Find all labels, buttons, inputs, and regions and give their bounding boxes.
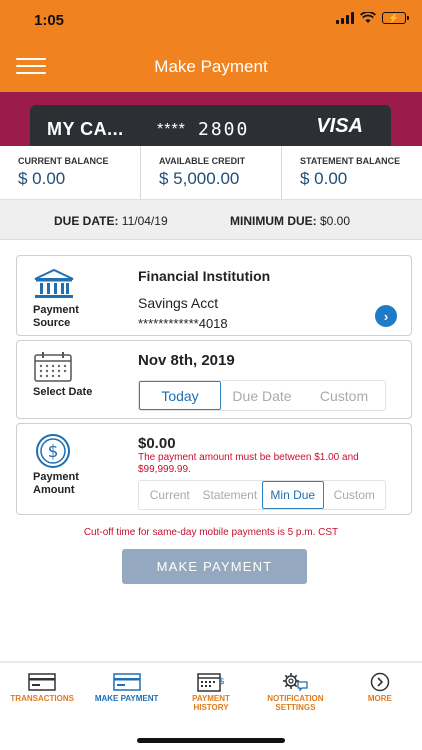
date-option-today[interactable]: Today <box>139 381 221 410</box>
payment-amount-value[interactable]: $0.00 <box>138 435 176 452</box>
nav-more[interactable]: MORE <box>338 663 422 750</box>
balance-label: AVAILABLE CREDIT <box>159 156 246 166</box>
status-bar: 1:05 ⚡ <box>0 0 422 40</box>
label-line: Amount <box>33 484 75 496</box>
dollar-icon: $ <box>36 434 70 468</box>
nav-payment-history[interactable]: $ PAYMENT HISTORY <box>169 663 253 750</box>
amount-option-current[interactable]: Current <box>139 481 200 509</box>
select-date-section: Select Date Nov 8th, 2019 Today Due Date… <box>16 340 412 419</box>
balance-value: $ 0.00 <box>18 169 66 188</box>
due-date-label: DUE DATE: <box>54 214 119 228</box>
chevron-circle-icon <box>370 672 390 692</box>
minimum-due-label: MINIMUM DUE: <box>230 214 317 228</box>
amount-error-message: The payment amount must be between $1.00… <box>138 452 359 475</box>
page-title: Make Payment <box>154 57 268 76</box>
nav-transactions[interactable]: TRANSACTIONS <box>0 663 84 750</box>
svg-text:$: $ <box>219 677 225 687</box>
card-list-icon <box>28 673 56 691</box>
amount-option-min-due[interactable]: Min Due <box>262 481 324 509</box>
nav-label: PAYMENT HISTORY <box>169 694 253 712</box>
label-line: Payment <box>33 471 79 483</box>
gear-chat-icon <box>283 673 309 692</box>
cellular-signal-icon <box>336 12 354 24</box>
status-icons: ⚡ <box>336 12 409 24</box>
amount-option-statement[interactable]: Statement <box>200 481 262 509</box>
card-mask: **** <box>157 121 186 138</box>
payment-amount-section: $ Payment Amount $0.00 The payment amoun… <box>16 423 412 515</box>
nav-notification-settings[interactable]: NOTIFICATION SETTINGS <box>253 663 337 750</box>
minimum-due-value: $0.00 <box>320 214 351 228</box>
balance-value: $ 0.00 <box>300 169 348 188</box>
due-info: DUE DATE: 11/04/19 MINIMUM DUE: $0.00 <box>0 200 422 240</box>
nav-make-payment[interactable]: MAKE PAYMENT <box>84 663 168 750</box>
calendar-dollar-icon: $ <box>197 673 225 692</box>
date-option-due-date[interactable]: Due Date <box>221 381 303 410</box>
bank-icon <box>34 268 74 298</box>
current-balance: CURRENT BALANCE $ 0.00 <box>0 146 141 199</box>
balance-summary: CURRENT BALANCE $ 0.00 AVAILABLE CREDIT … <box>0 146 422 200</box>
nav-label-line: MAKE PAYMENT <box>94 694 159 703</box>
balance-value: $ 5,000.00 <box>159 169 240 188</box>
payment-source-label: Payment Source <box>33 304 79 330</box>
visa-logo: VISA <box>316 115 363 137</box>
svg-text:$: $ <box>48 442 59 462</box>
nav-label-line: MORE <box>367 694 392 703</box>
statement-balance: STATEMENT BALANCE $ 0.00 <box>282 146 422 199</box>
date-option-custom[interactable]: Custom <box>303 381 385 410</box>
credit-card[interactable]: MY CA... **** 2800 VISA <box>30 105 391 146</box>
app-header: 1:05 ⚡ Make Payment <box>0 0 422 92</box>
minimum-due: MINIMUM DUE: $0.00 <box>230 214 350 228</box>
select-date-label: Select Date <box>33 386 93 398</box>
card-last4: 2800 <box>198 119 250 140</box>
due-date-value: 11/04/19 <box>121 214 168 228</box>
selected-date: Nov 8th, 2019 <box>138 352 235 369</box>
amount-option-custom[interactable]: Custom <box>324 481 385 509</box>
nav-label: MAKE PAYMENT <box>84 694 168 703</box>
battery-charging: ⚡ <box>388 12 400 23</box>
balance-label: STATEMENT BALANCE <box>300 156 401 166</box>
nav-label-line: NOTIFICATION <box>267 694 324 703</box>
account-number: ************4018 <box>138 316 228 331</box>
balance-label: CURRENT BALANCE <box>18 156 109 166</box>
nav-label-line: PAYMENT <box>192 694 230 703</box>
payment-amount-label: Payment Amount <box>33 471 79 497</box>
wifi-icon <box>360 12 376 23</box>
available-credit: AVAILABLE CREDIT $ 5,000.00 <box>141 146 282 199</box>
payment-source-section[interactable]: Payment Source Financial Institution Sav… <box>16 255 412 336</box>
chevron-right-icon[interactable]: › <box>375 305 397 327</box>
nav-label: NOTIFICATION SETTINGS <box>253 694 337 712</box>
bottom-nav: TRANSACTIONS MAKE PAYMENT $ PAYMENT HISTO… <box>0 661 422 750</box>
status-time: 1:05 <box>34 12 65 29</box>
date-option-group: Today Due Date Custom <box>138 380 386 411</box>
label-line: Source <box>33 317 71 329</box>
nav-label: TRANSACTIONS <box>0 694 84 703</box>
label-line: Payment <box>33 304 79 316</box>
battery-icon: ⚡ <box>382 12 409 24</box>
calendar-icon <box>34 352 72 382</box>
nav-label-line: TRANSACTIONS <box>10 694 74 703</box>
institution-name: Financial Institution <box>138 268 271 284</box>
account-name: Savings Acct <box>138 295 219 311</box>
nav-label: MORE <box>338 694 422 703</box>
card-icon <box>112 673 141 691</box>
due-date: DUE DATE: 11/04/19 <box>54 214 168 228</box>
nav-label-line: HISTORY <box>193 703 229 712</box>
card-name: MY CA... <box>47 119 124 139</box>
cutoff-notice: Cut-off time for same-day mobile payment… <box>83 527 339 538</box>
nav-label-line: SETTINGS <box>275 703 316 712</box>
make-payment-button[interactable]: MAKE PAYMENT <box>122 549 307 584</box>
card-banner: MY CA... **** 2800 VISA <box>0 92 422 146</box>
home-indicator[interactable] <box>137 738 285 743</box>
amount-option-group: Current Statement Min Due Custom <box>138 480 386 510</box>
